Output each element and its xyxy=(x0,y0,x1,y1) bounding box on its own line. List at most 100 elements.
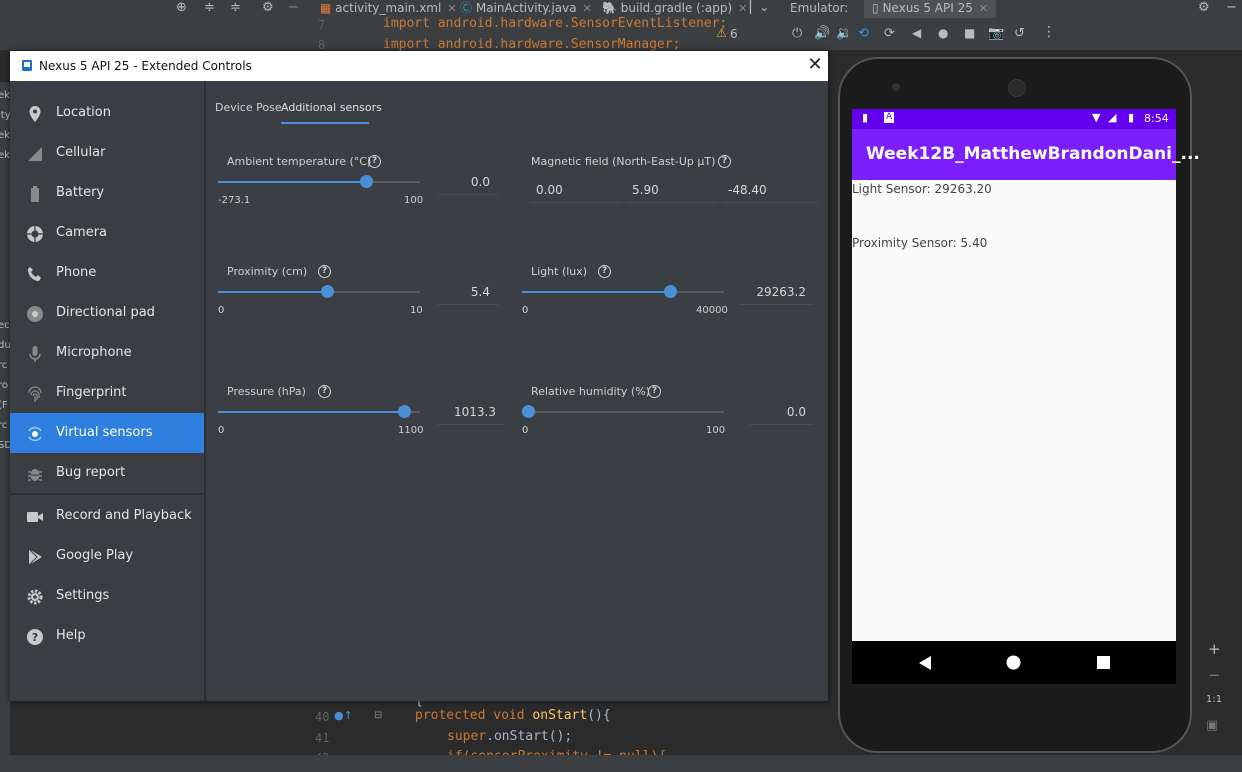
slider-thumb[interactable] xyxy=(522,405,535,418)
pressure-slider[interactable] xyxy=(218,405,420,418)
emulator-label: Emulator: xyxy=(790,1,849,15)
sidebar-item-virtual-sensors[interactable]: Virtual sensors xyxy=(10,413,204,453)
light-value[interactable]: 29263.2 xyxy=(740,281,814,305)
close-icon[interactable]: ✕ xyxy=(979,2,988,15)
rotate-left-icon[interactable]: ⟲ xyxy=(858,26,869,41)
java-class-icon: Ⓒ xyxy=(460,1,473,15)
sidebar-item-label: Settings xyxy=(56,588,110,603)
help-icon: ? xyxy=(27,629,43,645)
sidebar-item-directional-pad[interactable]: Directional pad xyxy=(10,293,204,333)
target-icon[interactable]: ⊕ xyxy=(176,0,187,15)
relative-humidity-slider[interactable] xyxy=(522,405,724,418)
magnetic-field-label: Magnetic field (North-East-Up µT) xyxy=(531,155,716,168)
light-slider[interactable] xyxy=(522,285,724,298)
fit-screen-icon[interactable]: ▣ xyxy=(1206,718,1218,733)
ambient-temperature-slider[interactable] xyxy=(218,175,420,188)
proximity-sensor-text: Proximity Sensor: 5.40 xyxy=(852,236,988,250)
zoom-out-button[interactable]: − xyxy=(1208,666,1221,684)
close-icon[interactable]: ✕ xyxy=(447,2,456,15)
code-text: (){ xyxy=(587,708,611,723)
help-icon[interactable]: ? xyxy=(648,385,661,398)
override-gutter-icon[interactable]: ●↑ xyxy=(334,709,353,722)
code-method-name: onStart xyxy=(532,708,588,723)
close-icon[interactable]: ✕ xyxy=(583,2,592,15)
sidebar-item-record-and-playback[interactable]: Record and Playback xyxy=(10,496,204,536)
warning-icon[interactable]: ⚠ xyxy=(716,26,727,40)
magnetic-field-y-input[interactable]: 5.90 xyxy=(626,179,718,203)
expand-icon[interactable]: ≑ xyxy=(230,0,241,15)
nav-back-icon[interactable] xyxy=(918,656,932,670)
cell-signal-icon: ◢ xyxy=(1108,111,1117,124)
sidebar-item-google-play[interactable]: Google Play xyxy=(10,536,204,576)
slider-fill xyxy=(218,291,328,293)
pressure-value[interactable]: 1013.3 xyxy=(438,401,504,425)
fold-icon[interactable]: ⊟ xyxy=(374,710,382,721)
help-icon[interactable]: ? xyxy=(318,385,331,398)
tab-emulator-device[interactable]: ▯ Nexus 5 API 25 ✕ xyxy=(864,0,997,18)
slider-thumb[interactable] xyxy=(359,175,373,188)
gear-icon[interactable]: ⚙ xyxy=(1198,0,1210,15)
code-keyword: protected xyxy=(415,708,486,723)
proximity-slider[interactable] xyxy=(218,285,420,298)
home-icon[interactable]: ● xyxy=(938,26,948,40)
nav-home-icon[interactable] xyxy=(1006,655,1021,670)
nav-overview-icon[interactable] xyxy=(1097,656,1110,669)
snapshot-restore-icon[interactable]: ↺ xyxy=(1014,26,1025,41)
tab-label: build.gradle (:app) xyxy=(620,1,733,15)
sidebar-item-phone[interactable]: Phone xyxy=(10,253,204,293)
sidebar-item-label: Virtual sensors xyxy=(56,425,153,440)
slider-thumb[interactable] xyxy=(398,405,412,418)
proximity-value[interactable]: 5.4 xyxy=(438,281,498,305)
light-sensor-text: Light Sensor: 29263.20 xyxy=(852,182,992,196)
slider-thumb[interactable] xyxy=(321,285,335,298)
screenshot-camera-icon[interactable]: 📷 xyxy=(988,26,1004,41)
power-icon[interactable]: ⏻ xyxy=(792,26,802,41)
ide-status-bar xyxy=(0,755,1242,772)
sidebar-item-microphone[interactable]: Microphone xyxy=(10,333,204,373)
relative-humidity-value[interactable]: 0.0 xyxy=(750,401,814,425)
sidebar-divider xyxy=(10,493,204,495)
minimize-icon[interactable]: − xyxy=(1226,0,1237,15)
sidebar-item-help[interactable]: ? Help xyxy=(10,616,204,656)
back-icon[interactable]: ◀ xyxy=(912,26,921,40)
slider-min-label: 0 xyxy=(218,305,225,316)
close-window-button[interactable]: ✕ xyxy=(806,55,824,75)
magnetic-field-x-input[interactable]: 0.00 xyxy=(530,179,622,203)
magnetic-field-z-input[interactable]: -48.40 xyxy=(722,179,818,203)
tab-additional-sensors[interactable]: Additional sensors xyxy=(281,101,382,114)
sidebar-item-bug-report[interactable]: Bug report xyxy=(10,453,204,493)
help-icon[interactable]: ? xyxy=(598,265,611,278)
help-icon[interactable]: ? xyxy=(368,155,381,168)
sidebar-item-cellular[interactable]: Cellular xyxy=(10,133,204,173)
sidebar-item-label: Battery xyxy=(56,185,105,200)
volume-up-icon[interactable]: 🔊 xyxy=(814,26,830,41)
zoom-actual-size-button[interactable]: 1:1 xyxy=(1206,694,1222,705)
gear-icon[interactable]: ⚙ xyxy=(262,0,274,15)
close-icon[interactable]: ✕ xyxy=(738,2,747,15)
sidebar-item-label: Location xyxy=(56,105,111,120)
tab-overflow-chevron-icon[interactable]: ▏⌄ xyxy=(750,0,769,14)
tab-device-pose[interactable]: Device Pose xyxy=(215,101,282,114)
ambient-temperature-value[interactable]: 0.0 xyxy=(438,171,498,195)
more-options-icon[interactable]: ⋮ xyxy=(1042,24,1056,40)
overview-icon[interactable]: ■ xyxy=(964,26,975,40)
slider-thumb[interactable] xyxy=(663,285,677,298)
help-icon[interactable]: ? xyxy=(718,155,731,168)
sidebar-item-camera[interactable]: Camera xyxy=(10,213,204,253)
zoom-in-button[interactable]: + xyxy=(1208,640,1221,658)
sidebar-item-location[interactable]: Location xyxy=(10,93,204,133)
android-nav-bar xyxy=(852,641,1176,684)
rotate-right-icon[interactable]: ⟳ xyxy=(884,26,895,41)
collapse-icon[interactable]: ≑ xyxy=(204,0,215,15)
slider-fill xyxy=(218,181,366,183)
sidebar-item-fingerprint[interactable]: Fingerprint xyxy=(10,373,204,413)
code-editor-bottom: { 40 ●↑ ⊟ protected void onStart(){ 41 s… xyxy=(308,693,786,765)
minimize-icon[interactable]: − xyxy=(288,0,299,15)
sidebar-item-settings[interactable]: Settings xyxy=(10,576,204,616)
volume-down-icon[interactable]: 🔉 xyxy=(836,26,852,41)
earpiece-speaker xyxy=(1008,79,1026,97)
slider-fill xyxy=(218,411,405,413)
svg-text:?: ? xyxy=(32,631,38,644)
help-icon[interactable]: ? xyxy=(318,265,331,278)
sidebar-item-battery[interactable]: Battery xyxy=(10,173,204,213)
